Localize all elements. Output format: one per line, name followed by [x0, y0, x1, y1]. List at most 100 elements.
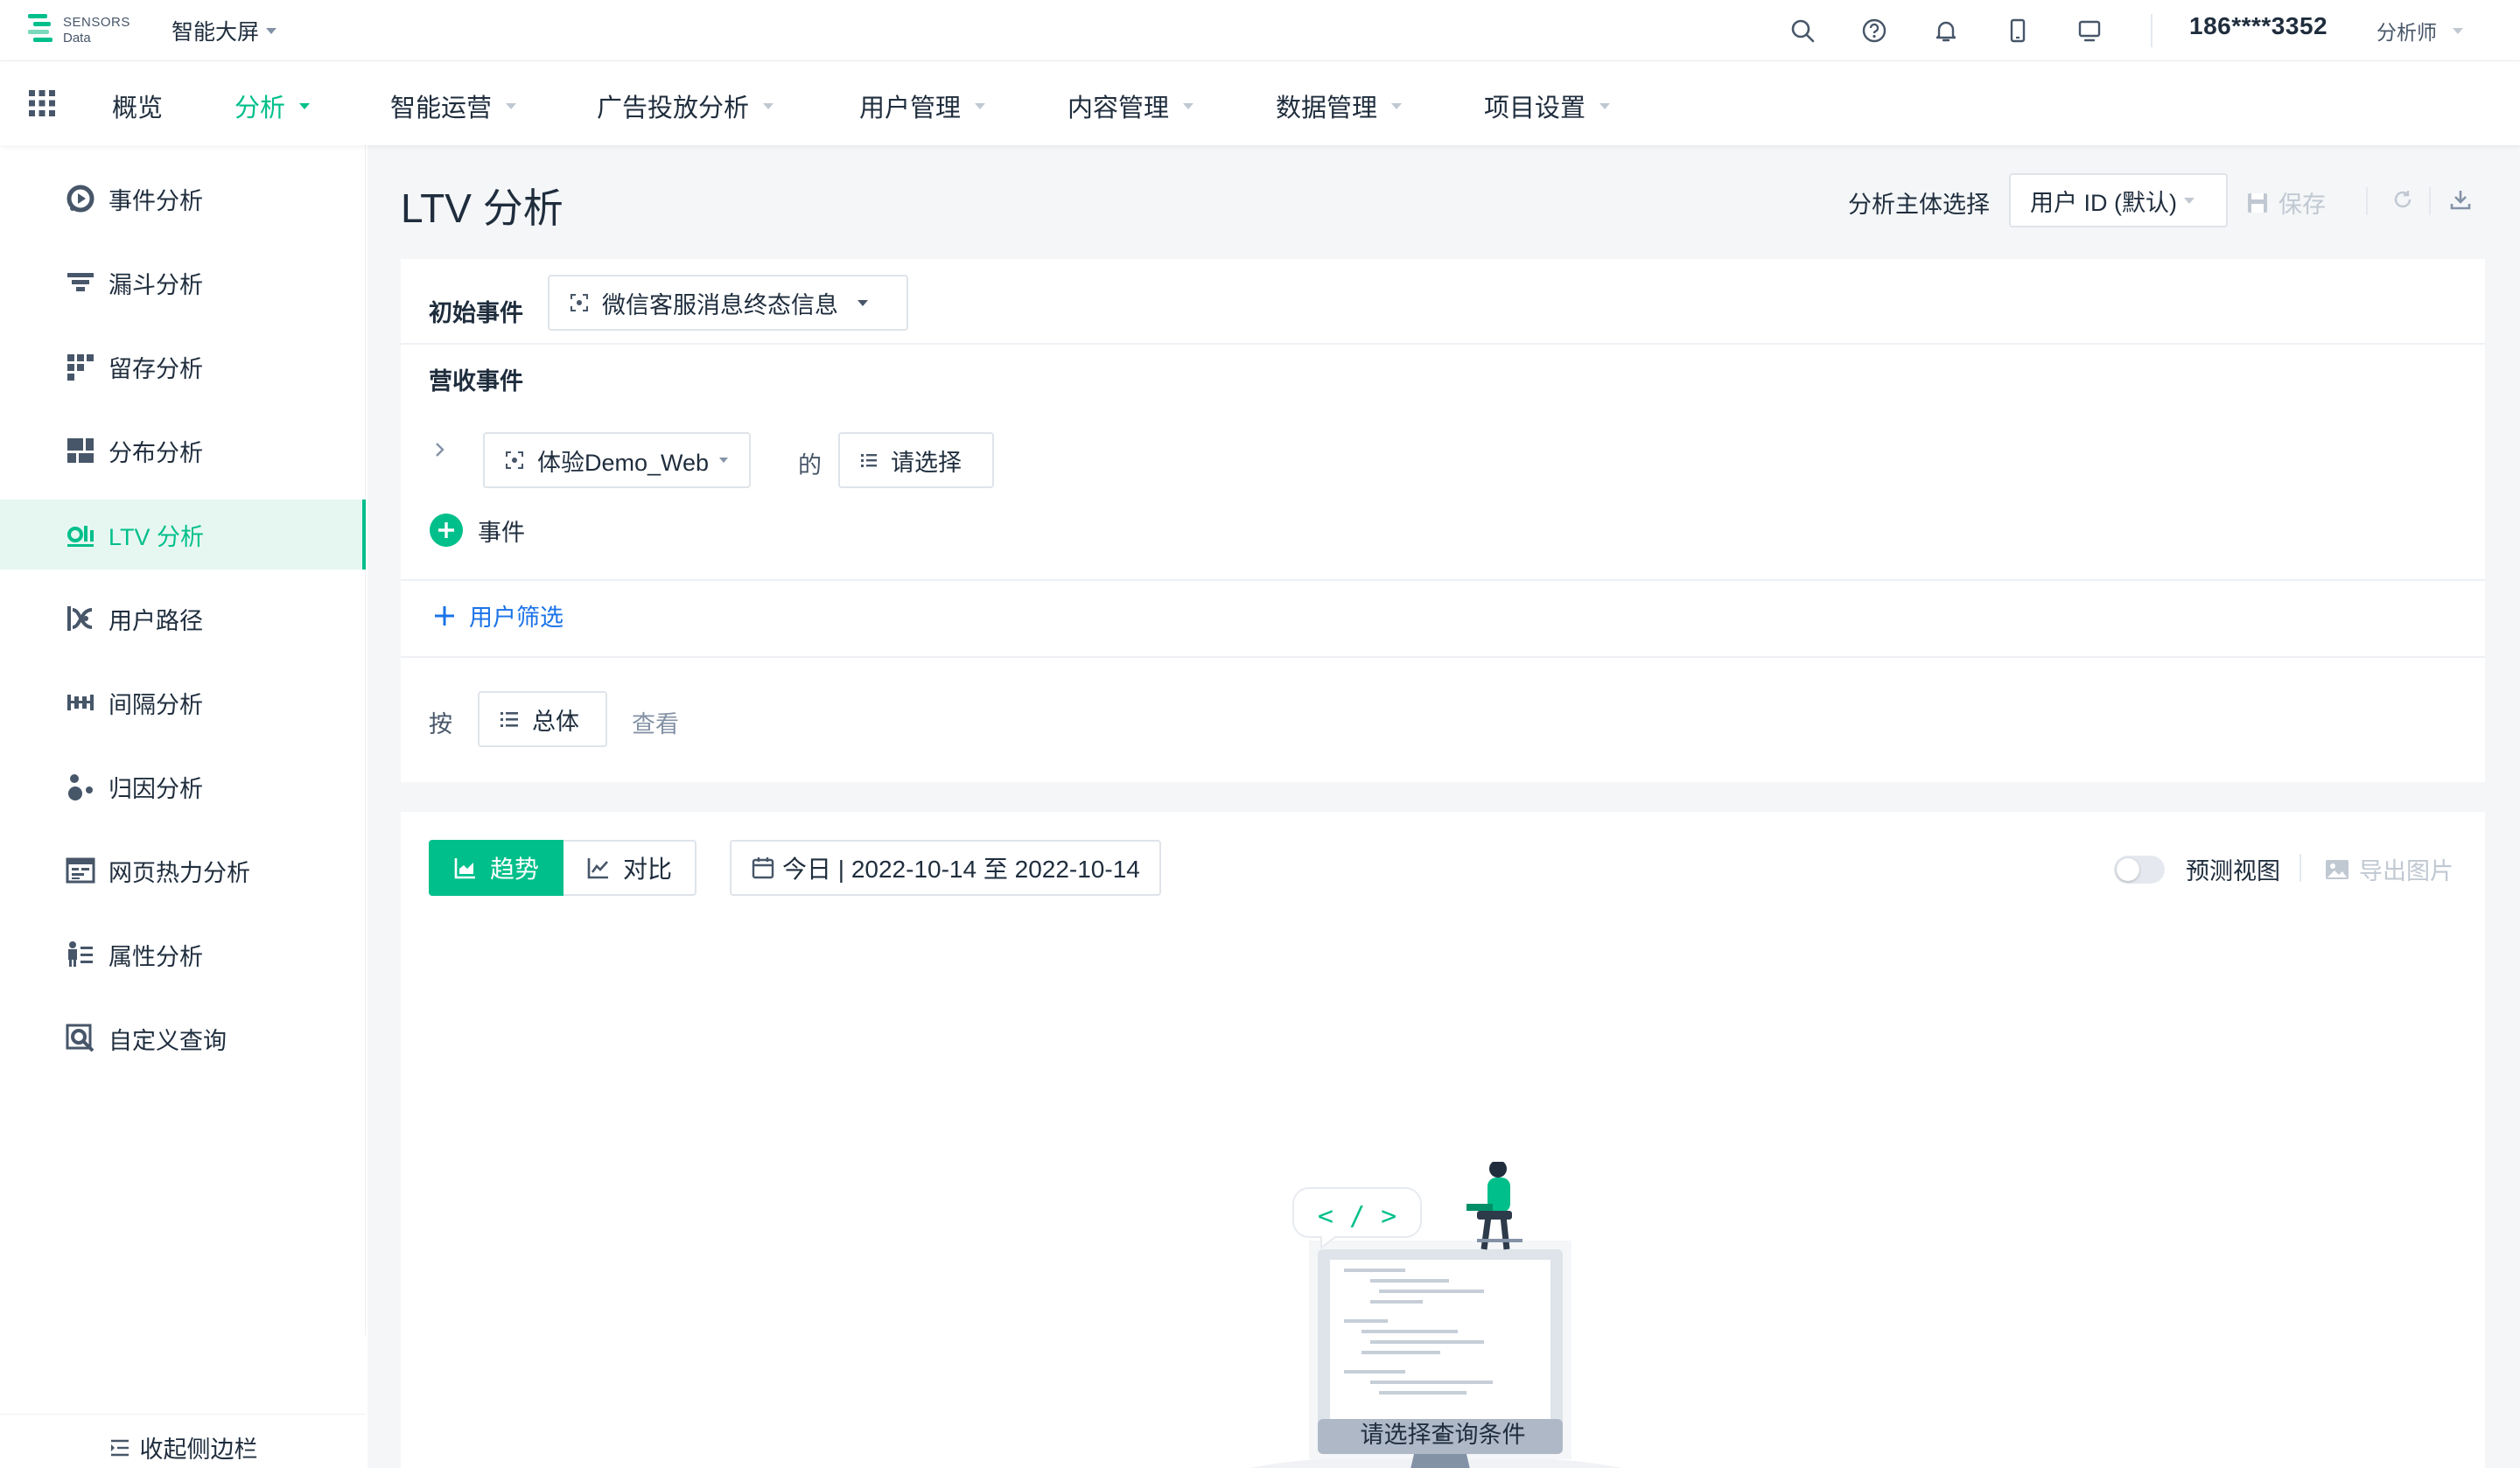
analysis-subject-select[interactable]: 用户 ID (默认) — [2009, 173, 2228, 227]
sidebar-item-interval[interactable]: 间隔分析 — [0, 668, 366, 737]
nav-project-settings[interactable]: 项目设置 — [1484, 87, 1611, 124]
analysis-sidebar: 事件分析 漏斗分析 留存分析 分布分析 LTV 分析 用户路径 间隔分析 归因分… — [0, 145, 366, 1463]
user-role-menu[interactable]: 分析师 — [2376, 16, 2463, 45]
sidebar-item-label: 事件分析 — [108, 187, 203, 214]
sidebar-item-label: 网页热力分析 — [108, 859, 250, 886]
sidebar-item-custom-query[interactable]: 自定义查询 — [0, 1003, 366, 1073]
mobile-icon[interactable] — [2002, 15, 2034, 46]
main-content: LTV 分析 分析主体选择 用户 ID (默认) 保存 初始事件 微信客服消息终… — [368, 145, 2520, 1468]
sidebar-item-label: 自定义查询 — [108, 1027, 227, 1054]
collapse-sidebar-button[interactable]: 收起侧边栏 — [0, 1414, 366, 1468]
interval-icon — [63, 685, 98, 720]
chevron-down-icon — [299, 102, 311, 109]
nav-ad-analysis[interactable]: 广告投放分析 — [597, 87, 774, 124]
monitor-icon[interactable] — [2074, 15, 2105, 46]
sensors-data-logo[interactable]: SENSORS Data — [26, 10, 131, 49]
search-icon[interactable] — [1787, 15, 1818, 46]
revenue-event-value: 体验Demo_Web — [537, 449, 710, 476]
tab-compare[interactable]: 对比 — [564, 840, 697, 896]
nav-label: 智能运营 — [390, 94, 493, 122]
sidebar-item-label: 漏斗分析 — [108, 271, 203, 298]
sidebar-item-label: 分布分析 — [108, 439, 203, 466]
top-bar: SENSORS Data 智能大屏 186****3352 分析师 — [0, 0, 2520, 61]
analysis-subject-label: 分析主体选择 — [1848, 192, 1990, 218]
chevron-down-icon — [2453, 27, 2463, 34]
distribution-icon — [63, 433, 98, 468]
nav-label: 分析 — [234, 94, 286, 122]
tab-label: 对比 — [623, 856, 673, 883]
help-icon[interactable] — [1858, 15, 1890, 46]
plus-icon — [435, 605, 454, 626]
user-filter-label: 用户筛选 — [469, 605, 564, 631]
retention-icon — [63, 349, 98, 384]
attribute-icon — [63, 937, 98, 972]
chevron-right-icon[interactable] — [432, 439, 448, 460]
nav-label: 广告投放分析 — [597, 94, 750, 122]
tab-trend[interactable]: 趋势 — [429, 840, 564, 896]
sidebar-item-funnel[interactable]: 漏斗分析 — [0, 248, 366, 318]
list-icon — [500, 712, 518, 727]
user-phone[interactable]: 186****3352 — [2189, 12, 2328, 40]
plus-circle-icon — [430, 514, 463, 547]
event-icon — [506, 451, 523, 469]
revenue-event-select[interactable]: 体验Demo_Web — [483, 432, 751, 488]
result-panel: 趋势 对比 今日 | 2022-10-14 至 2022-10-14 预测视图 … — [401, 812, 2485, 1468]
nav-overview[interactable]: 概览 — [112, 87, 163, 124]
nav-label: 内容管理 — [1068, 94, 1170, 122]
user-filter-button[interactable]: 用户筛选 — [432, 598, 564, 633]
logo-text-bottom: Data — [63, 31, 91, 45]
sidebar-item-attribute[interactable]: 属性分析 — [0, 919, 366, 989]
user-role-label: 分析师 — [2376, 21, 2437, 44]
predict-view-toggle[interactable] — [2114, 856, 2165, 884]
analysis-subject-value: 用户 ID (默认) — [2030, 189, 2177, 216]
image-icon — [2326, 859, 2348, 879]
predict-view-label: 预测视图 — [2186, 858, 2280, 884]
ltv-icon — [63, 517, 98, 552]
chevron-down-icon — [763, 102, 774, 109]
area-chart-icon — [454, 858, 475, 879]
sidebar-item-event-analysis[interactable]: 事件分析 — [0, 164, 366, 234]
sidebar-item-user-path[interactable]: 用户路径 — [0, 584, 366, 654]
event-icon — [570, 294, 588, 311]
sidebar-item-distribution[interactable]: 分布分析 — [0, 416, 366, 486]
bell-icon[interactable] — [1930, 15, 1962, 46]
export-image-label: 导出图片 — [2359, 858, 2454, 884]
row-divider — [401, 579, 2485, 581]
logo-mark-icon — [28, 14, 52, 42]
group-by-select[interactable]: 总体 — [478, 691, 607, 747]
toolbar-divider — [2300, 854, 2301, 882]
nav-data-mgmt[interactable]: 数据管理 — [1276, 87, 1403, 124]
property-select[interactable]: 请选择 — [838, 432, 994, 488]
heatmap-icon — [63, 853, 98, 888]
save-icon — [2248, 192, 2267, 213]
download-icon[interactable] — [2445, 184, 2476, 215]
initial-event-select[interactable]: 微信客服消息终态信息 — [548, 275, 908, 331]
initial-event-value: 微信客服消息终态信息 — [602, 291, 838, 318]
nav-content-mgmt[interactable]: 内容管理 — [1068, 87, 1194, 124]
date-range-picker[interactable]: 今日 | 2022-10-14 至 2022-10-14 — [730, 840, 1161, 896]
chevron-down-icon — [1391, 102, 1403, 109]
refresh-icon[interactable] — [2387, 184, 2418, 215]
tab-label: 趋势 — [490, 856, 540, 883]
sidebar-item-label: 属性分析 — [108, 943, 203, 970]
nav-analysis[interactable]: 分析 — [234, 87, 311, 124]
export-image-button[interactable]: 导出图片 — [2324, 852, 2454, 886]
sidebar-item-attribution[interactable]: 归因分析 — [0, 751, 366, 821]
add-event-button[interactable]: 事件 — [429, 513, 525, 548]
app-grid-icon[interactable] — [28, 89, 56, 117]
nav-smart-ops[interactable]: 智能运营 — [390, 87, 517, 124]
nav-label: 数据管理 — [1276, 94, 1378, 122]
date-range-label: 今日 | 2022-10-14 至 2022-10-14 — [782, 856, 1140, 883]
chevron-down-icon — [858, 299, 868, 306]
save-button[interactable]: 保存 — [2245, 185, 2326, 220]
smart-screen-menu[interactable]: 智能大屏 — [172, 0, 277, 61]
sidebar-item-retention[interactable]: 留存分析 — [0, 332, 366, 402]
collapse-icon — [110, 1439, 129, 1456]
line-chart-icon — [587, 858, 609, 879]
sidebar-item-heatmap[interactable]: 网页热力分析 — [0, 835, 366, 905]
sidebar-item-label: 用户路径 — [108, 607, 203, 634]
sidebar-item-ltv[interactable]: LTV 分析 — [0, 500, 366, 570]
calendar-icon — [752, 857, 774, 879]
of-label: 的 — [798, 452, 822, 479]
nav-user-mgmt[interactable]: 用户管理 — [859, 87, 986, 124]
